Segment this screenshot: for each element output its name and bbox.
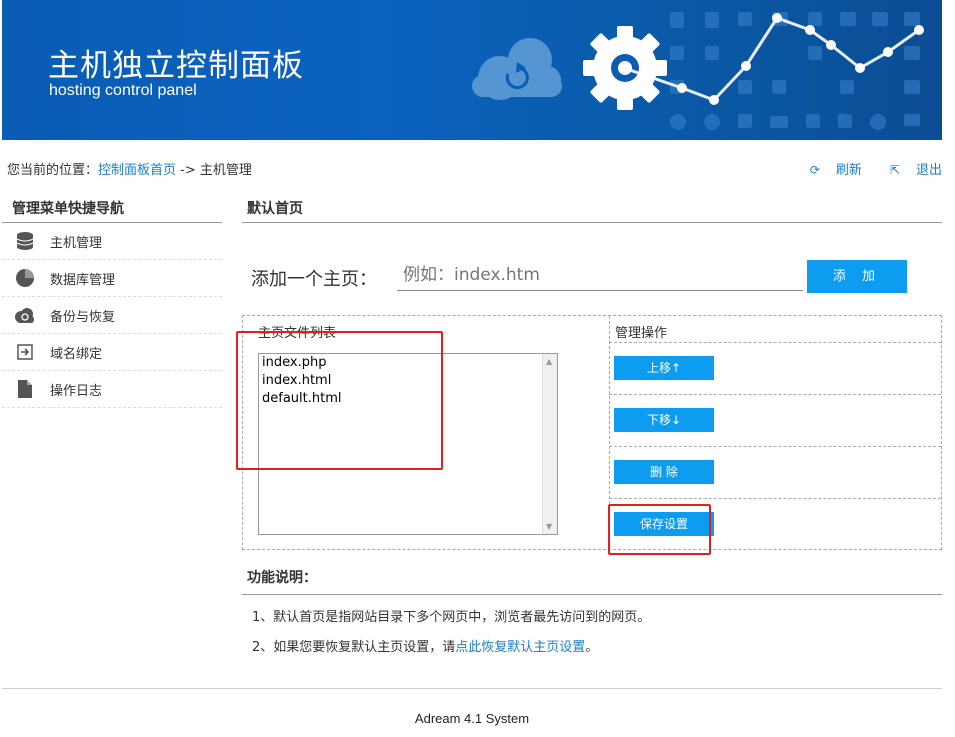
scroll-up-icon[interactable]: ▲ [546,357,552,366]
help-line-2-suffix: 。 [585,640,599,655]
sidebar-item-log[interactable]: 操作日志 [2,371,222,408]
row-divider [609,342,941,343]
app-subtitle: hosting control panel [49,82,197,99]
sidebar-item-label: 主机管理 [50,235,103,251]
add-button[interactable]: 添 加 [807,260,907,293]
header-banner: 主机独立控制面板 hosting control panel [2,0,942,140]
sidebar-item-database[interactable]: 数据库管理 [2,260,222,297]
restore-default-link[interactable]: 点此恢复默认主页设置 [455,640,585,655]
refresh-label: 刷新 [835,163,862,178]
add-homepage-row: 添加一个主页： 添 加 [251,260,911,294]
ops-column-header: 管理操作 [615,326,668,341]
breadcrumb-prefix: 您当前的位置： [7,163,99,178]
breadcrumb-home-link[interactable]: 控制面板首页 [98,163,176,178]
row-divider [609,446,941,447]
list-scrollbar[interactable]: ▲ ▼ [542,354,557,534]
breadcrumb: 您当前的位置：控制面板首页 -> 主机管理 [7,159,252,178]
top-actions: ⟳ 刷新 ⇱ 退出 [782,159,942,178]
document-icon [14,379,36,399]
highlight-box-file-list [236,331,443,470]
logout-button[interactable]: ⇱ 退出 [876,163,942,178]
sidebar: 管理菜单快捷导航 主机管理 数据库管理 备份与恢复 域名绑定 操作日志 [2,192,222,408]
database-icon [14,231,36,251]
cloud-sync-icon [14,305,36,325]
section-title: 默认首页 [242,192,942,223]
move-up-button[interactable]: 上移↑ [614,356,714,380]
sidebar-item-backup[interactable]: 备份与恢复 [2,297,222,334]
help-title: 功能说明： [242,567,942,595]
pie-chart-icon [14,268,36,288]
footer-divider [2,688,942,689]
sidebar-item-label: 操作日志 [50,383,103,399]
delete-button[interactable]: 删 除 [614,460,714,484]
add-homepage-label: 添加一个主页： [251,269,377,290]
footer-text: Adream 4.1 System [414,711,530,726]
sidebar-item-host[interactable]: 主机管理 [2,223,222,260]
refresh-button[interactable]: ⟳ 刷新 [796,163,862,178]
add-homepage-input[interactable] [397,260,803,291]
move-down-button[interactable]: 下移↓ [614,408,714,432]
logout-icon: ⇱ [889,163,900,177]
logout-label: 退出 [915,163,942,178]
highlight-box-save [608,504,711,555]
main-content: 默认首页 添加一个主页： 添 加 主页文件列表 管理操作 index.php i… [242,192,942,550]
arrow-in-icon [14,342,36,362]
sidebar-item-label: 数据库管理 [50,272,116,288]
row-divider [609,394,941,395]
sidebar-heading: 管理菜单快捷导航 [2,192,222,223]
help-line-2: 2、如果您要恢复默认主页设置，请点此恢复默认主页设置。 [242,636,942,655]
sidebar-item-label: 备份与恢复 [50,309,116,325]
breadcrumb-separator: -> [176,163,200,178]
sidebar-item-domain[interactable]: 域名绑定 [2,334,222,371]
app-title: 主机独立控制面板 [48,48,304,84]
help-section: 功能说明： 1、默认首页是指网站目录下多个网页中，浏览者最先访问到的网页。 2、… [242,567,942,655]
help-line-1: 1、默认首页是指网站目录下多个网页中，浏览者最先访问到的网页。 [252,610,651,625]
row-divider [609,498,941,499]
breadcrumb-current: 主机管理 [199,163,252,178]
sidebar-item-label: 域名绑定 [50,346,103,362]
refresh-icon: ⟳ [809,163,820,177]
help-line-2-prefix: 2、如果您要恢复默认主页设置，请 [252,640,456,655]
scroll-down-icon[interactable]: ▼ [546,522,552,531]
